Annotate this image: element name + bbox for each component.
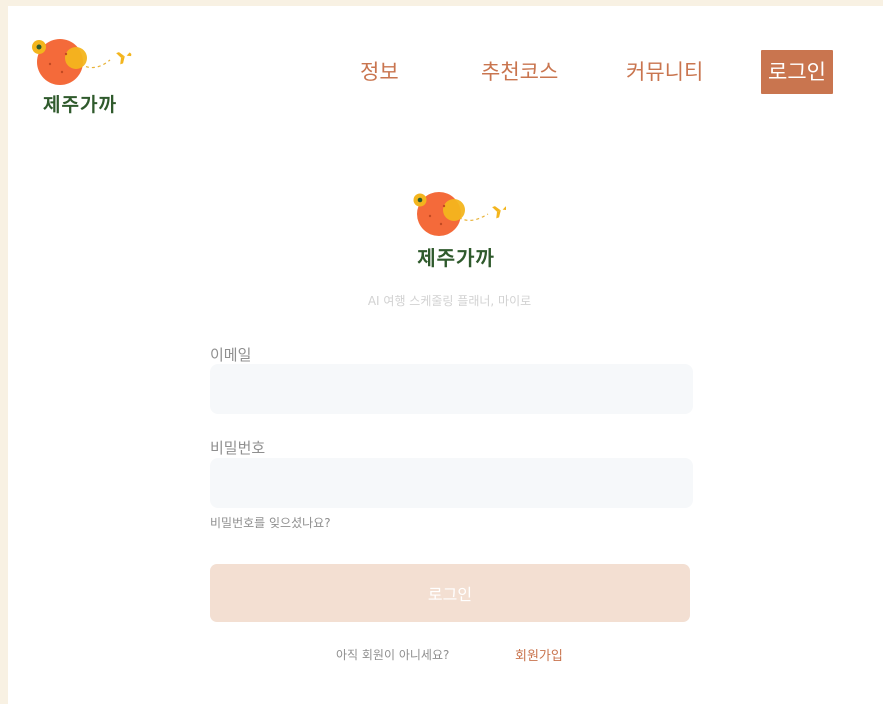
password-label: 비밀번호 bbox=[210, 439, 266, 457]
nav-item-community[interactable]: 커뮤니티 bbox=[626, 50, 703, 94]
main-nav: 정보 추천코스 커뮤니티 로그인 bbox=[8, 50, 883, 94]
main-logo: 제주가까 bbox=[406, 188, 506, 271]
email-field[interactable] bbox=[210, 364, 693, 414]
forgot-password-link[interactable]: 비밀번호를 잊으셨나요? bbox=[210, 514, 331, 531]
nav-item-recommended-course[interactable]: 추천코스 bbox=[481, 50, 558, 94]
nav-login-button[interactable]: 로그인 bbox=[761, 50, 833, 94]
signup-question: 아직 회원이 아니세요? bbox=[336, 648, 450, 662]
brand-name: 제주가까 bbox=[43, 94, 117, 116]
password-field[interactable] bbox=[210, 458, 693, 508]
email-label: 이메일 bbox=[210, 346, 252, 364]
tangerine-logo-icon bbox=[413, 192, 506, 236]
login-button[interactable]: 로그인 bbox=[210, 564, 690, 622]
signup-row: 아직 회원이 아니세요? 회원가입 bbox=[8, 646, 883, 666]
nav-item-info[interactable]: 정보 bbox=[360, 50, 399, 94]
tagline: AI 여행 스케줄링 플래너, 마이로 bbox=[367, 294, 532, 308]
airplane-icon bbox=[491, 206, 506, 219]
page: 제주가까 정보 추천코스 커뮤니티 로그인 제주가까 AI 여행 스케줄링 플래… bbox=[8, 6, 883, 704]
signup-link[interactable]: 회원가입 bbox=[515, 645, 563, 664]
brand-name: 제주가까 bbox=[417, 246, 495, 270]
